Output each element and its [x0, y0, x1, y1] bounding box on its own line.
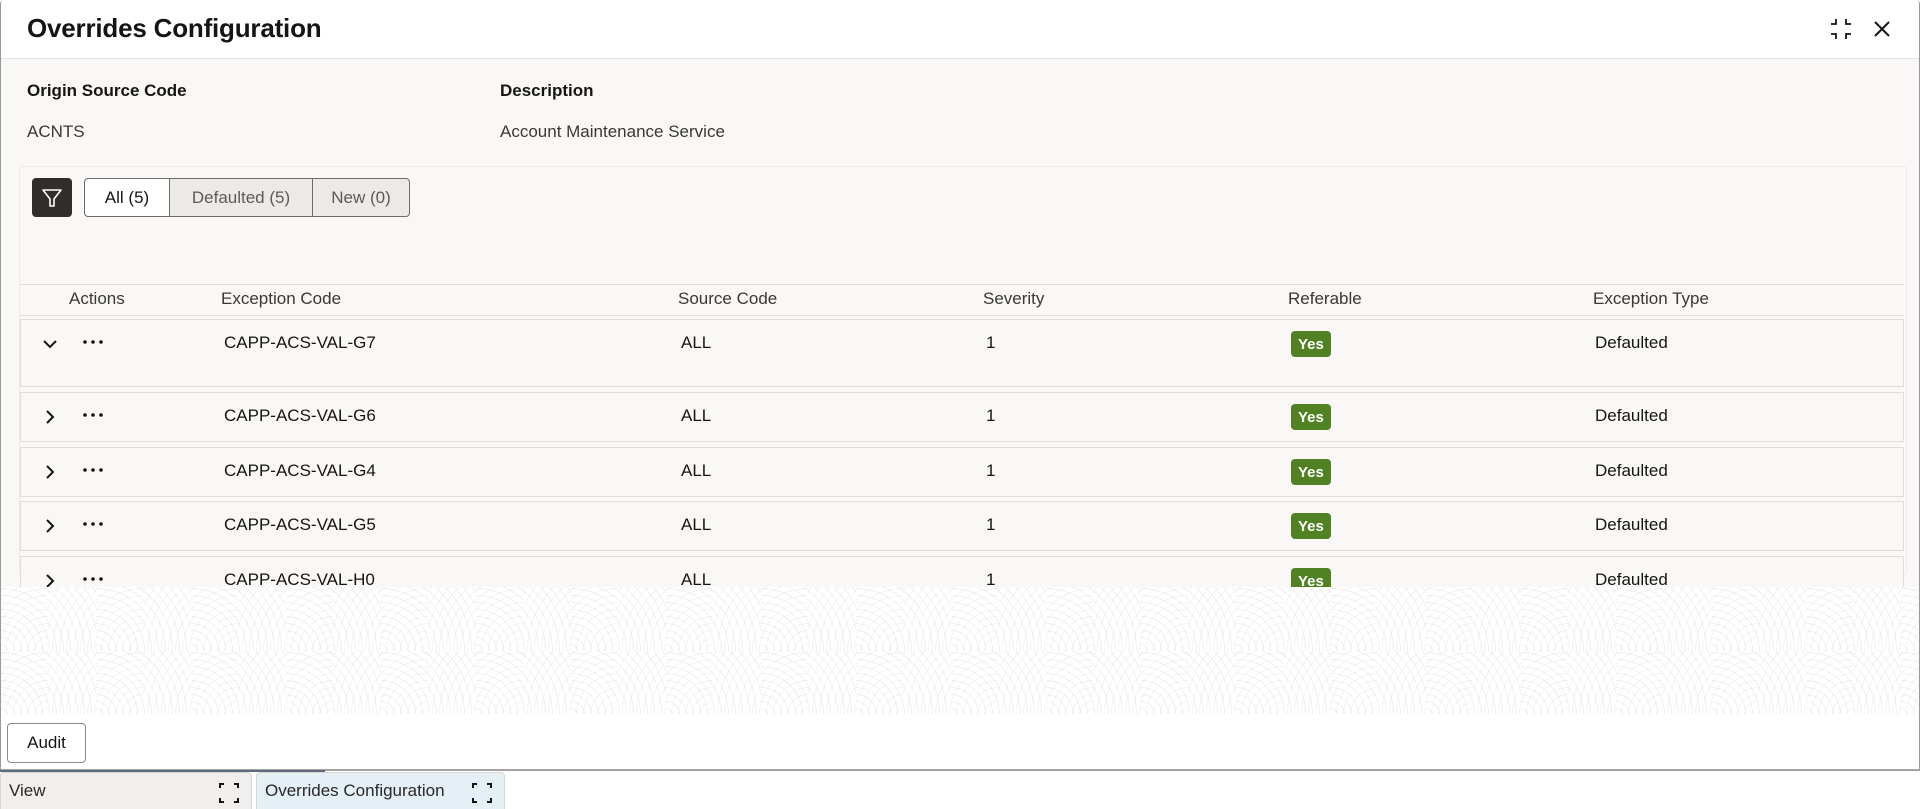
more-actions-icon[interactable]	[80, 404, 106, 426]
audit-button[interactable]: Audit	[7, 723, 86, 763]
exception-type: Defaulted	[1595, 333, 1668, 352]
dialog-body: Origin Source Code ACNTS Description Acc…	[1, 59, 1919, 606]
referable-badge: Yes	[1291, 459, 1331, 485]
severity: 1	[986, 333, 996, 352]
severity: 1	[986, 515, 996, 534]
table-row[interactable]: CAPP-ACS-VAL-G5 ALL 1 Yes Defaulted	[20, 501, 1904, 551]
filter-segmented-control: All (5) Defaulted (5) New (0)	[84, 178, 410, 217]
close-icon[interactable]	[1869, 16, 1895, 42]
source-code: ALL	[681, 333, 712, 352]
expand-icon[interactable]	[217, 781, 241, 805]
overrides-configuration-dialog: Overrides Configuration Origin Source Co…	[0, 0, 1920, 771]
task-tabs-bar: View Overrides Configuration	[0, 772, 1920, 809]
column-header-actions: Actions	[69, 289, 125, 308]
task-tab-view[interactable]: View	[0, 772, 252, 809]
exception-type: Defaulted	[1595, 515, 1668, 534]
overrides-table-panel: All (5) Defaulted (5) New (0) Actions Ex…	[19, 166, 1907, 606]
origin-source-code-value: ACNTS	[27, 122, 85, 141]
more-actions-icon[interactable]	[80, 459, 106, 481]
task-tab-label: Overrides Configuration	[265, 781, 445, 800]
table-row[interactable]: CAPP-ACS-VAL-G4 ALL 1 Yes Defaulted	[20, 447, 1904, 497]
column-header-referable[interactable]: Referable	[1288, 289, 1362, 309]
column-header-exception-type[interactable]: Exception Type	[1593, 289, 1709, 309]
dialog-title: Overrides Configuration	[27, 13, 322, 43]
filter-icon	[42, 188, 62, 207]
compress-icon[interactable]	[1828, 16, 1854, 42]
source-code: ALL	[681, 461, 712, 480]
referable-badge: Yes	[1291, 404, 1331, 430]
dialog-header: Overrides Configuration	[1, 0, 1919, 59]
chevron-right-icon[interactable]	[37, 404, 63, 430]
referable-badge: Yes	[1291, 513, 1331, 539]
more-actions-icon[interactable]	[80, 513, 106, 535]
table-header: Actions Exception Code Source Code Sever…	[20, 284, 1904, 316]
table-row[interactable]: CAPP-ACS-VAL-G6 ALL 1 Yes Defaulted	[20, 392, 1904, 442]
chevron-right-icon[interactable]	[37, 513, 63, 539]
segment-defaulted[interactable]: Defaulted (5)	[169, 179, 312, 216]
severity: 1	[986, 461, 996, 480]
dialog-footer: Audit	[1, 714, 1919, 769]
column-header-severity[interactable]: Severity	[983, 289, 1044, 309]
exception-code: CAPP-ACS-VAL-G7	[224, 333, 376, 352]
expand-icon[interactable]	[470, 781, 494, 805]
task-tab-overrides-configuration[interactable]: Overrides Configuration	[256, 772, 505, 809]
description-value: Account Maintenance Service	[500, 122, 725, 141]
origin-source-code-label: Origin Source Code	[27, 81, 187, 100]
description-label: Description	[500, 81, 594, 100]
source-code: ALL	[681, 406, 712, 425]
segment-new[interactable]: New (0)	[312, 179, 409, 216]
column-header-source-code[interactable]: Source Code	[678, 289, 777, 309]
exception-code: CAPP-ACS-VAL-G5	[224, 515, 376, 534]
chevron-right-icon[interactable]	[37, 459, 63, 485]
task-tab-label: View	[9, 781, 46, 800]
exception-code: CAPP-ACS-VAL-G4	[224, 461, 376, 480]
filter-button[interactable]	[32, 178, 72, 217]
exception-type: Defaulted	[1595, 461, 1668, 480]
exception-type: Defaulted	[1595, 406, 1668, 425]
column-header-exception-code[interactable]: Exception Code	[221, 289, 341, 309]
source-code: ALL	[681, 515, 712, 534]
table-row[interactable]: CAPP-ACS-VAL-G7 ALL 1 Yes Defaulted	[20, 319, 1904, 387]
severity: 1	[986, 406, 996, 425]
segment-all[interactable]: All (5)	[85, 179, 169, 216]
decorative-background-pattern	[1, 587, 1919, 714]
chevron-down-icon[interactable]	[37, 331, 63, 357]
exception-code: CAPP-ACS-VAL-G6	[224, 406, 376, 425]
referable-badge: Yes	[1291, 331, 1331, 357]
more-actions-icon[interactable]	[80, 331, 106, 353]
